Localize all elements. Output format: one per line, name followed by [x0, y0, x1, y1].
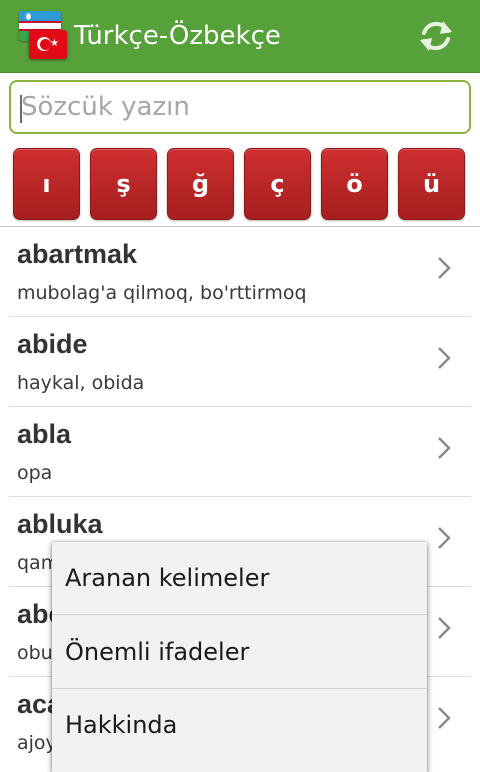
- chevron-right-icon: [438, 707, 451, 729]
- text-cursor: [20, 95, 22, 123]
- letter-button-g-breve[interactable]: ğ: [167, 148, 234, 220]
- app-bar: ★ Türkçe-Özbekçe: [0, 0, 480, 73]
- list-item[interactable]: abide haykal, obida: [0, 317, 480, 407]
- list-item[interactable]: abla opa: [0, 407, 480, 497]
- chevron-right-icon: [438, 347, 451, 369]
- entry-meaning: haykal, obida: [17, 372, 145, 394]
- entry-word: abla: [17, 419, 72, 449]
- letter-button-row: ı ş ğ ç ö ü: [13, 148, 468, 220]
- entry-meaning: mubolag'a qilmoq, bo'rttirmoq: [17, 282, 307, 304]
- entry-word: abartmak: [17, 239, 138, 269]
- entry-word: abide: [17, 329, 88, 359]
- letter-button-i-dotless[interactable]: ı: [13, 148, 80, 220]
- letter-button-s-cedilla[interactable]: ş: [90, 148, 157, 220]
- overflow-menu: Aranan kelimeler Önemli ifadeler Hakkind…: [52, 542, 427, 772]
- entry-word: abluka: [17, 509, 103, 539]
- letter-button-u-umlaut[interactable]: ü: [398, 148, 465, 220]
- menu-item-important-phrases[interactable]: Önemli ifadeler: [52, 616, 427, 689]
- search-field[interactable]: [9, 80, 471, 134]
- menu-item-about[interactable]: Hakkinda: [52, 689, 427, 762]
- app-title: Türkçe-Özbekçe: [74, 21, 281, 51]
- chevron-right-icon: [438, 617, 451, 639]
- chevron-right-icon: [438, 257, 451, 279]
- search-input[interactable]: [21, 84, 461, 130]
- turkey-flag-icon: ★: [29, 30, 67, 59]
- letter-button-c-cedilla[interactable]: ç: [244, 148, 311, 220]
- letter-button-o-umlaut[interactable]: ö: [321, 148, 388, 220]
- entry-meaning: ajoy: [17, 732, 57, 754]
- entry-meaning: obu: [17, 642, 53, 664]
- chevron-right-icon: [438, 437, 451, 459]
- chevron-right-icon: [438, 527, 451, 549]
- entry-meaning: opa: [17, 462, 53, 484]
- menu-item-search-history[interactable]: Aranan kelimeler: [52, 542, 427, 615]
- refresh-icon[interactable]: [417, 17, 455, 55]
- app-logo: ★: [19, 11, 67, 59]
- list-item[interactable]: abartmak mubolag'a qilmoq, bo'rttirmoq: [0, 227, 480, 317]
